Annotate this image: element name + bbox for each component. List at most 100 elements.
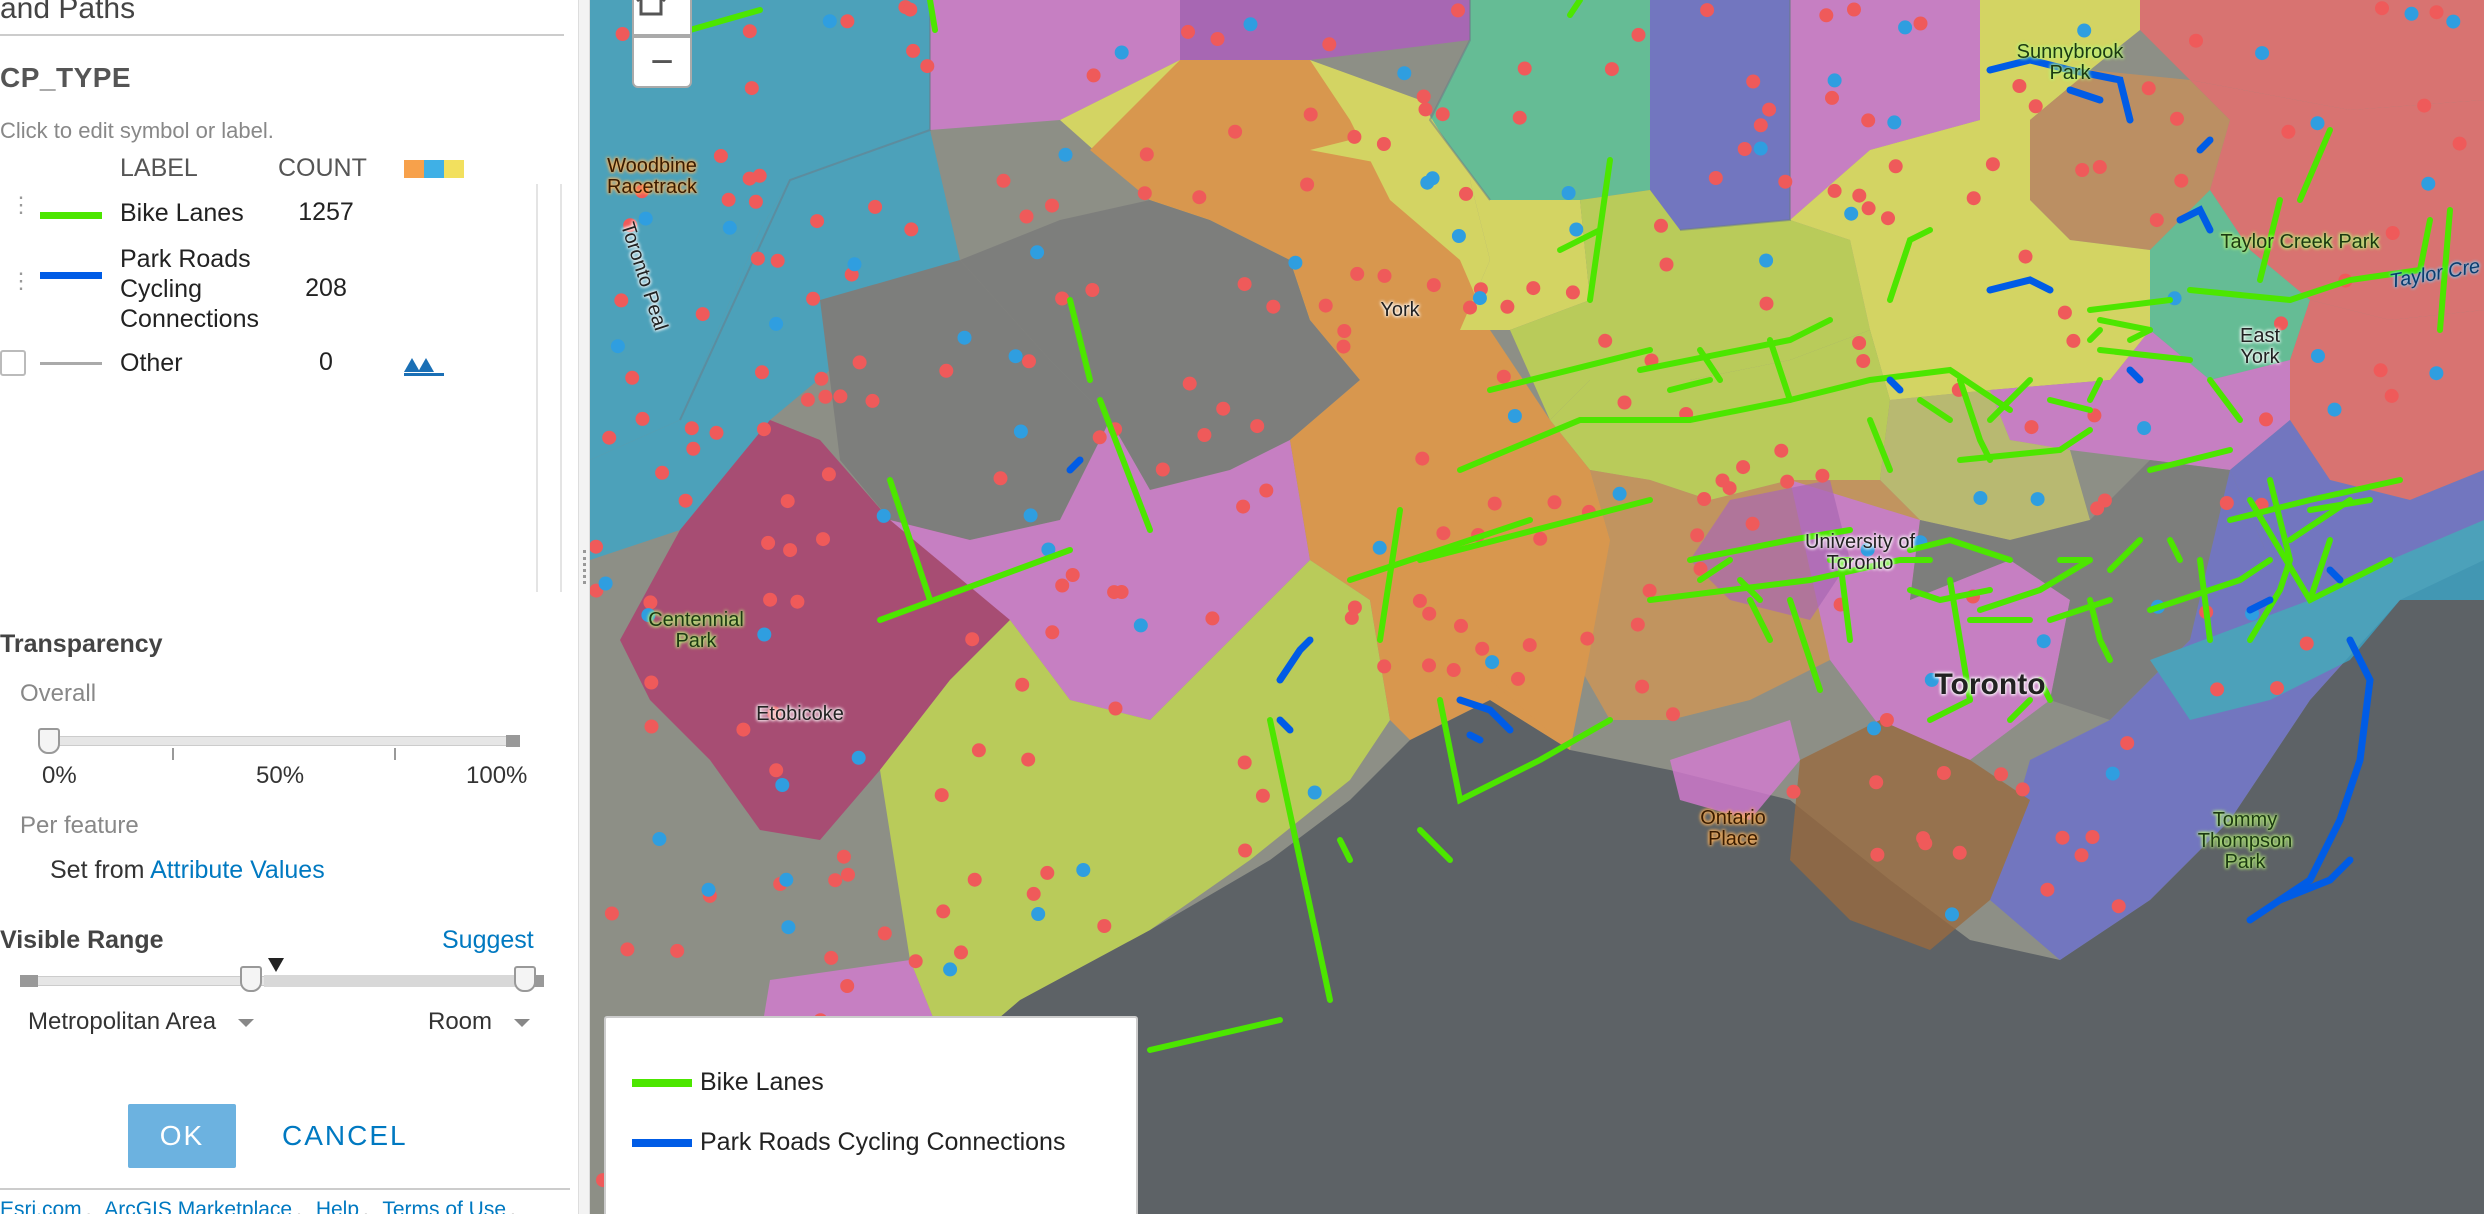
red-point-feature[interactable]: [783, 543, 798, 558]
blue-point-feature[interactable]: [2404, 6, 2419, 21]
red-point-feature[interactable]: [1700, 3, 1715, 18]
red-point-feature[interactable]: [742, 171, 757, 186]
other-checkbox[interactable]: [0, 350, 26, 376]
blue-point-feature[interactable]: [1945, 907, 1959, 922]
red-point-feature[interactable]: [2085, 830, 2100, 844]
red-point-feature[interactable]: [1155, 462, 1170, 477]
red-point-feature[interactable]: [1055, 291, 1070, 306]
red-point-feature[interactable]: [2075, 163, 2090, 177]
red-point-feature[interactable]: [1459, 186, 1473, 201]
red-point-feature[interactable]: [721, 192, 736, 207]
red-point-feature[interactable]: [1630, 617, 1645, 632]
red-point-feature[interactable]: [833, 389, 848, 404]
red-point-feature[interactable]: [615, 27, 630, 41]
blue-point-feature[interactable]: [2030, 492, 2045, 507]
red-point-feature[interactable]: [2452, 136, 2467, 151]
blue-point-feature[interactable]: [1013, 424, 1028, 439]
red-point-feature[interactable]: [1415, 451, 1430, 466]
red-point-feature[interactable]: [2055, 830, 2070, 845]
red-point-feature[interactable]: [1697, 492, 1712, 506]
red-point-feature[interactable]: [1746, 74, 1761, 89]
red-point-feature[interactable]: [836, 849, 851, 864]
blue-point-feature[interactable]: [957, 330, 972, 345]
red-point-feature[interactable]: [1092, 430, 1107, 445]
red-point-feature[interactable]: [780, 494, 795, 509]
footer-link-terms[interactable]: Terms of Use: [382, 1198, 506, 1214]
blue-point-feature[interactable]: [1030, 245, 1045, 260]
red-point-feature[interactable]: [1500, 299, 1515, 314]
drag-handle-icon[interactable]: ⋮: [10, 194, 32, 216]
panel-splitter[interactable]: [578, 0, 590, 1214]
red-point-feature[interactable]: [1347, 129, 1362, 144]
red-point-feature[interactable]: [2074, 848, 2089, 863]
red-point-feature[interactable]: [1045, 198, 1059, 213]
red-point-feature[interactable]: [1598, 333, 1613, 348]
red-point-feature[interactable]: [1182, 376, 1197, 391]
red-point-feature[interactable]: [769, 763, 784, 778]
red-point-feature[interactable]: [1139, 147, 1154, 162]
red-point-feature[interactable]: [1547, 495, 1562, 510]
red-point-feature[interactable]: [934, 788, 949, 803]
blue-point-feature[interactable]: [1058, 147, 1073, 162]
splitter-grip-icon[interactable]: [583, 550, 586, 584]
red-point-feature[interactable]: [2219, 496, 2234, 510]
blue-point-feature[interactable]: [1485, 655, 1500, 670]
blue-point-feature[interactable]: [2036, 634, 2051, 649]
blue-point-feature[interactable]: [2327, 402, 2342, 417]
red-point-feature[interactable]: [1690, 528, 1705, 543]
red-point-feature[interactable]: [1762, 102, 1777, 117]
red-point-feature[interactable]: [1237, 755, 1252, 770]
blue-point-feature[interactable]: [1569, 222, 1584, 237]
red-point-feature[interactable]: [1422, 658, 1436, 673]
category-row-other[interactable]: Other 0: [0, 346, 530, 386]
red-point-feature[interactable]: [810, 214, 825, 229]
blue-point-feature[interactable]: [1031, 907, 1046, 921]
red-point-feature[interactable]: [818, 389, 833, 404]
red-point-feature[interactable]: [971, 743, 986, 758]
red-point-feature[interactable]: [2092, 160, 2107, 174]
category-label[interactable]: Other: [120, 348, 260, 378]
red-point-feature[interactable]: [1322, 37, 1337, 52]
red-point-feature[interactable]: [1635, 679, 1650, 694]
category-row-bike-lanes[interactable]: ⋮ Bike Lanes 1257: [0, 194, 530, 236]
red-point-feature[interactable]: [814, 371, 829, 386]
red-point-feature[interactable]: [1376, 137, 1391, 151]
red-point-feature[interactable]: [2040, 882, 2055, 897]
red-point-feature[interactable]: [1666, 707, 1680, 722]
red-point-feature[interactable]: [1108, 701, 1123, 716]
red-point-feature[interactable]: [2170, 111, 2184, 126]
red-point-feature[interactable]: [1416, 89, 1431, 104]
footer-link-marketplace[interactable]: ArcGIS Marketplace: [104, 1198, 292, 1214]
red-point-feature[interactable]: [920, 59, 935, 74]
red-point-feature[interactable]: [1786, 784, 1801, 799]
red-point-feature[interactable]: [643, 595, 658, 610]
ok-button[interactable]: OK: [128, 1104, 236, 1168]
red-point-feature[interactable]: [1715, 473, 1730, 488]
red-point-feature[interactable]: [684, 421, 699, 436]
red-point-feature[interactable]: [1654, 218, 1668, 233]
count-column-header[interactable]: COUNT: [278, 154, 367, 183]
blue-point-feature[interactable]: [2421, 176, 2436, 191]
red-point-feature[interactable]: [806, 291, 821, 306]
blue-point-feature[interactable]: [722, 220, 737, 235]
blue-point-feature[interactable]: [781, 920, 796, 935]
red-point-feature[interactable]: [655, 465, 670, 480]
red-point-feature[interactable]: [2429, 5, 2444, 20]
blue-point-feature[interactable]: [1867, 721, 1881, 736]
blue-point-feature[interactable]: [1612, 486, 1627, 501]
red-point-feature[interactable]: [1985, 157, 2000, 172]
red-point-feature[interactable]: [2090, 501, 2105, 516]
red-point-feature[interactable]: [1745, 516, 1760, 531]
blue-point-feature[interactable]: [1753, 141, 1768, 156]
red-point-feature[interactable]: [1085, 283, 1100, 297]
blue-point-feature[interactable]: [1507, 409, 1522, 423]
blue-point-feature[interactable]: [1307, 785, 1322, 800]
zoom-out-button[interactable]: −: [632, 36, 692, 88]
red-point-feature[interactable]: [614, 293, 629, 308]
red-point-feature[interactable]: [2373, 363, 2388, 378]
red-point-feature[interactable]: [2259, 412, 2273, 427]
red-point-feature[interactable]: [1496, 369, 1511, 384]
red-point-feature[interactable]: [1847, 2, 1861, 17]
blue-point-feature[interactable]: [1114, 45, 1129, 60]
blue-point-feature[interactable]: [701, 882, 716, 897]
